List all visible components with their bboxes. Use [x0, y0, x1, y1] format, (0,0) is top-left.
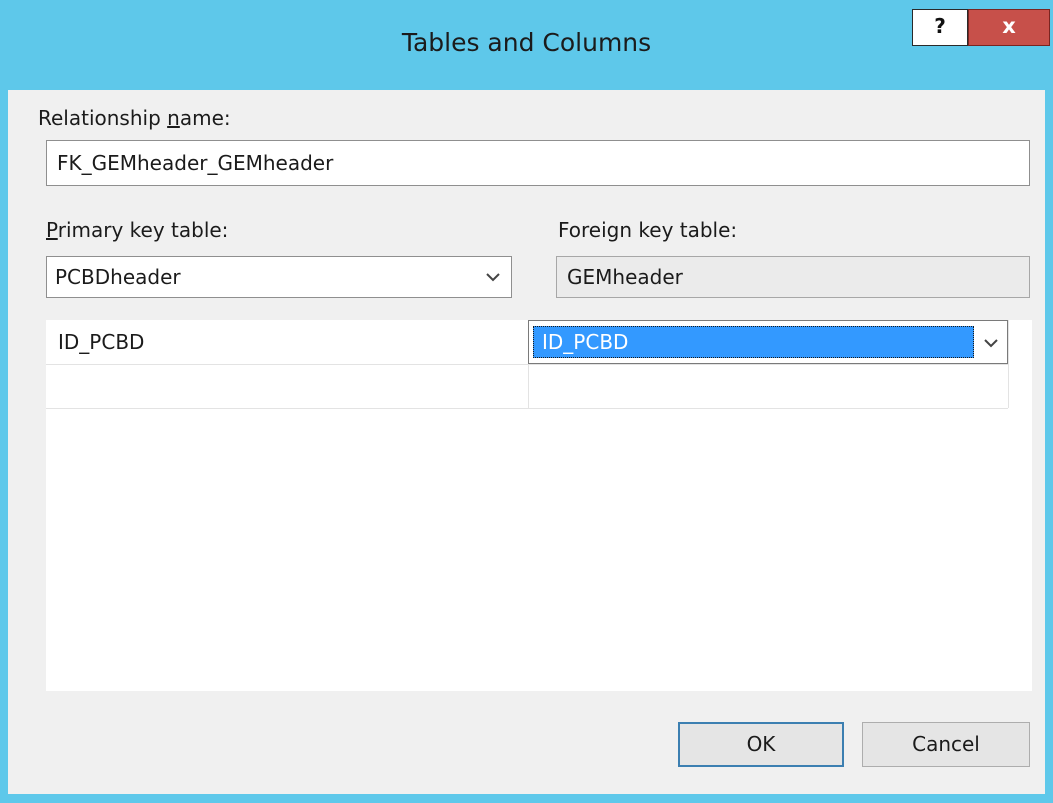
- dialog-body: Relationship name: FK_GEMheader_GEMheade…: [8, 90, 1045, 794]
- foreign-column-select[interactable]: ID_PCBD: [528, 320, 1008, 364]
- help-button[interactable]: ?: [912, 9, 968, 46]
- primary-key-table-value: PCBDheader: [55, 265, 181, 289]
- relationship-name-label: Relationship name:: [38, 106, 231, 130]
- grid-row-divider: [46, 408, 1008, 409]
- primary-key-table-select[interactable]: PCBDheader: [46, 256, 512, 298]
- dialog-window: Tables and Columns ? x Relationship name…: [0, 0, 1053, 803]
- close-button[interactable]: x: [968, 9, 1050, 46]
- foreign-key-table-field: GEMheader: [556, 256, 1030, 298]
- ok-button[interactable]: OK: [678, 722, 844, 767]
- primary-column-cell[interactable]: ID_PCBD: [58, 320, 526, 364]
- title-bar[interactable]: Tables and Columns ? x: [0, 0, 1053, 90]
- cancel-button[interactable]: Cancel: [862, 722, 1030, 767]
- chevron-down-icon: [486, 273, 500, 282]
- foreign-key-table-label: Foreign key table:: [558, 218, 738, 242]
- primary-column-cell[interactable]: [58, 364, 526, 408]
- primary-key-table-label: Primary key table:: [46, 218, 229, 242]
- column-mapping-grid: ID_PCBD ID_PCBD: [46, 320, 1032, 691]
- foreign-column-cell[interactable]: [540, 364, 1006, 408]
- relationship-name-input[interactable]: FK_GEMheader_GEMheader: [46, 140, 1030, 186]
- foreign-column-selected-value: ID_PCBD: [533, 326, 974, 358]
- close-icon: x: [1002, 14, 1016, 38]
- dialog-title: Tables and Columns: [401, 28, 652, 57]
- chevron-down-icon: [984, 339, 998, 348]
- grid-right-border: [1008, 320, 1009, 408]
